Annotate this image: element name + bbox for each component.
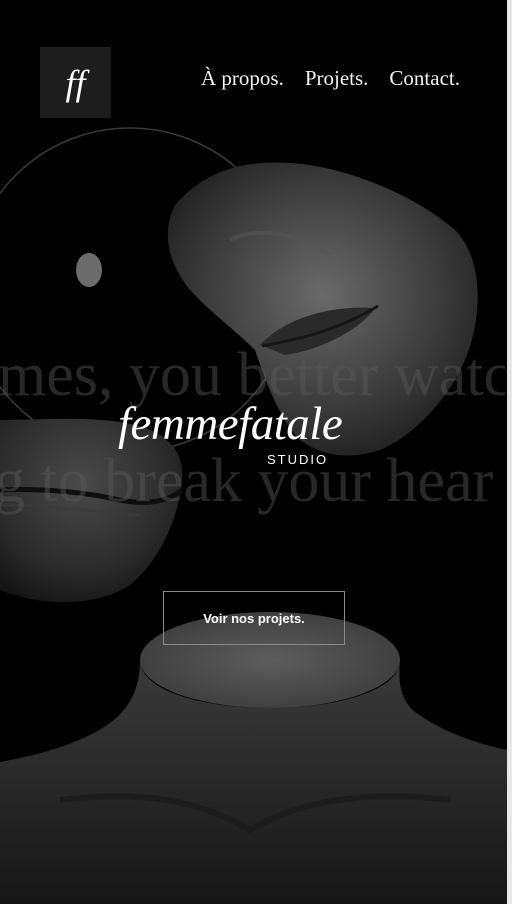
page: mes, you better watc g to break your hea… bbox=[0, 0, 507, 904]
logo[interactable]: ff bbox=[40, 47, 111, 118]
view-projects-button[interactable]: Voir nos projets. bbox=[163, 591, 345, 645]
scrollbar[interactable] bbox=[507, 0, 512, 904]
nostril-shape bbox=[76, 253, 102, 287]
nav-link-about[interactable]: À propos. bbox=[201, 66, 284, 91]
brand-wordmark: femmefatale bbox=[118, 398, 343, 450]
brand-subtitle: STUDIO bbox=[267, 452, 329, 467]
main-nav: À propos. Projets. Contact. bbox=[201, 66, 460, 91]
marquee-text-line-2: g to break your hear bbox=[0, 447, 494, 515]
nav-link-projects[interactable]: Projets. bbox=[305, 66, 369, 91]
nav-link-contact[interactable]: Contact. bbox=[389, 66, 460, 91]
